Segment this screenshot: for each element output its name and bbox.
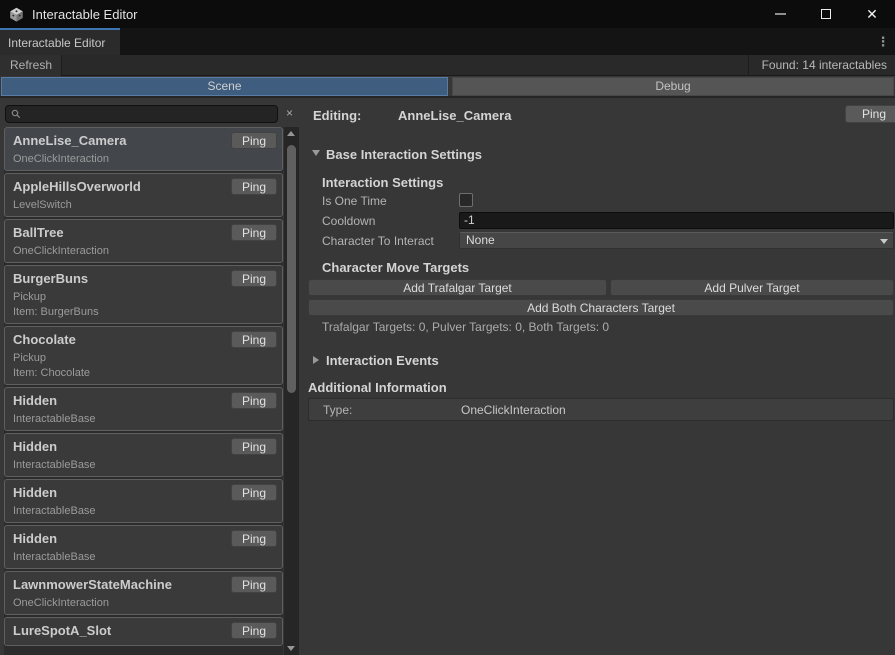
add-both-targets-button[interactable]: Add Both Characters Target bbox=[308, 299, 894, 316]
interaction-settings-header: Interaction Settings bbox=[322, 175, 443, 190]
document-tab-strip: Interactable Editor ⋮ bbox=[0, 28, 895, 55]
is-one-time-label: Is One Time bbox=[322, 194, 387, 208]
item-name: BurgerBuns bbox=[13, 271, 88, 286]
scroll-down-icon[interactable] bbox=[287, 646, 295, 651]
search-icon bbox=[11, 109, 21, 119]
item-name: LureSpotA_Slot bbox=[13, 623, 111, 638]
ping-button[interactable]: Ping bbox=[231, 331, 277, 348]
character-to-interact-label: Character To Interact bbox=[322, 234, 434, 248]
window-title: Interactable Editor bbox=[32, 7, 138, 22]
inspector-panel: Editing: AnneLise_Camera Ping Base Inter… bbox=[300, 97, 895, 655]
foldout-open-icon[interactable] bbox=[312, 150, 320, 156]
minimize-button[interactable] bbox=[757, 0, 803, 28]
ping-button[interactable]: Ping bbox=[231, 132, 277, 149]
type-label: Type: bbox=[323, 403, 352, 417]
list-item[interactable]: Hidden Ping InteractableBase bbox=[4, 387, 283, 431]
item-subtitle: InteractableBase bbox=[13, 505, 277, 517]
search-clear-button[interactable]: × bbox=[281, 105, 298, 123]
item-name: LawnmowerStateMachine bbox=[13, 577, 172, 592]
interactable-list: AnneLise_Camera Ping OneClickInteraction Ap… bbox=[4, 127, 283, 655]
additional-info-header: Additional Information bbox=[308, 380, 447, 395]
editing-value: AnneLise_Camera bbox=[398, 108, 511, 123]
item-subtitle: OneClickInteraction bbox=[13, 153, 277, 165]
tab-label: Interactable Editor bbox=[8, 36, 105, 50]
view-tabs: Scene Debug bbox=[0, 77, 895, 96]
item-subtitle: InteractableBase bbox=[13, 413, 277, 425]
item-subtitle: Item: Chocolate bbox=[13, 367, 277, 379]
list-item[interactable]: AnneLise_Camera Ping OneClickInteraction bbox=[4, 127, 283, 171]
targets-stats-text: Trafalgar Targets: 0, Pulver Targets: 0,… bbox=[322, 320, 609, 334]
type-value: OneClickInteraction bbox=[461, 403, 566, 417]
interaction-events-foldout[interactable]: Interaction Events bbox=[326, 353, 439, 368]
list-scrollbar[interactable] bbox=[284, 127, 299, 655]
move-targets-header: Character Move Targets bbox=[322, 260, 469, 275]
list-item[interactable]: LawnmowerStateMachine Ping OneClickInterac… bbox=[4, 571, 283, 615]
character-dropdown[interactable]: None bbox=[459, 232, 894, 249]
list-item[interactable]: BallTree Ping OneClickInteraction bbox=[4, 219, 283, 263]
found-count: Found: 14 interactables bbox=[748, 55, 895, 76]
ping-button[interactable]: Ping bbox=[231, 530, 277, 547]
chevron-down-icon bbox=[880, 239, 888, 244]
list-item[interactable]: AppleHillsOverworld Ping LevelSwitch bbox=[4, 173, 283, 217]
tab-interactable-editor[interactable]: Interactable Editor bbox=[0, 28, 120, 55]
ping-button[interactable]: Ping bbox=[845, 105, 895, 123]
toolbar: Refresh Found: 14 interactables bbox=[0, 55, 895, 76]
item-name: BallTree bbox=[13, 225, 64, 240]
ping-button[interactable]: Ping bbox=[231, 622, 277, 639]
add-trafalgar-target-button[interactable]: Add Trafalgar Target bbox=[308, 279, 607, 296]
list-item[interactable]: Hidden Ping InteractableBase bbox=[4, 433, 283, 477]
item-subtitle: InteractableBase bbox=[13, 551, 277, 563]
scrollbar-thumb[interactable] bbox=[287, 145, 296, 393]
item-name: Hidden bbox=[13, 439, 57, 454]
close-icon: ✕ bbox=[866, 7, 878, 21]
maximize-button[interactable] bbox=[803, 0, 849, 28]
item-subtitle: OneClickInteraction bbox=[13, 597, 277, 609]
foldout-closed-icon[interactable] bbox=[313, 356, 319, 364]
cooldown-label: Cooldown bbox=[322, 214, 375, 228]
search-input[interactable] bbox=[5, 105, 278, 123]
title-bar: Interactable Editor ✕ bbox=[0, 0, 895, 28]
minimize-icon bbox=[775, 13, 786, 15]
add-pulver-target-button[interactable]: Add Pulver Target bbox=[610, 279, 894, 296]
list-item[interactable]: BurgerBuns Ping Pickup Item: BurgerBuns bbox=[4, 265, 283, 324]
item-subtitle: Item: BurgerBuns bbox=[13, 306, 277, 318]
item-subtitle: Pickup bbox=[13, 291, 277, 303]
ping-button[interactable]: Ping bbox=[231, 224, 277, 241]
app-cube-icon bbox=[9, 7, 24, 22]
list-item[interactable]: LureSpotA_Slot Ping bbox=[4, 617, 283, 646]
kebab-menu-icon[interactable]: ⋮ bbox=[875, 33, 891, 51]
maximize-icon bbox=[821, 9, 831, 19]
close-button[interactable]: ✕ bbox=[849, 0, 895, 28]
is-one-time-checkbox[interactable] bbox=[459, 193, 473, 207]
scroll-up-icon[interactable] bbox=[287, 131, 295, 136]
character-dropdown-value: None bbox=[466, 233, 495, 247]
ping-button[interactable]: Ping bbox=[231, 392, 277, 409]
item-name: Chocolate bbox=[13, 332, 76, 347]
item-name: Hidden bbox=[13, 393, 57, 408]
list-item[interactable]: Chocolate Ping Pickup Item: Chocolate bbox=[4, 326, 283, 385]
list-item[interactable]: Hidden Ping InteractableBase bbox=[4, 525, 283, 569]
item-subtitle: LevelSwitch bbox=[13, 199, 277, 211]
ping-button[interactable]: Ping bbox=[231, 484, 277, 501]
ping-button[interactable]: Ping bbox=[231, 576, 277, 593]
item-subtitle: Pickup bbox=[13, 352, 277, 364]
tab-debug[interactable]: Debug bbox=[452, 77, 894, 96]
base-settings-foldout[interactable]: Base Interaction Settings bbox=[326, 147, 482, 162]
cooldown-field[interactable]: -1 bbox=[459, 212, 894, 229]
item-name: Hidden bbox=[13, 485, 57, 500]
item-name: AppleHillsOverworld bbox=[13, 179, 141, 194]
refresh-button[interactable]: Refresh bbox=[0, 55, 62, 76]
item-subtitle: OneClickInteraction bbox=[13, 245, 277, 257]
editing-label: Editing: bbox=[313, 108, 361, 123]
item-name: AnneLise_Camera bbox=[13, 133, 126, 148]
item-subtitle: InteractableBase bbox=[13, 459, 277, 471]
tab-scene[interactable]: Scene bbox=[1, 77, 448, 96]
list-item[interactable]: Hidden Ping InteractableBase bbox=[4, 479, 283, 523]
ping-button[interactable]: Ping bbox=[231, 438, 277, 455]
ping-button[interactable]: Ping bbox=[231, 178, 277, 195]
item-name: Hidden bbox=[13, 531, 57, 546]
type-row: Type: OneClickInteraction bbox=[308, 398, 894, 421]
ping-button[interactable]: Ping bbox=[231, 270, 277, 287]
